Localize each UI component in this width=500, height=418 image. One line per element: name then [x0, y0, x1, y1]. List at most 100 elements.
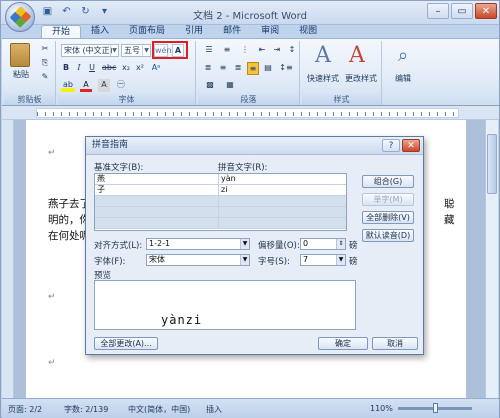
ruby-text-cell-empty	[219, 196, 346, 207]
paste-icon[interactable]	[10, 43, 30, 67]
quick-styles-icon[interactable]: A	[310, 43, 336, 71]
redo-icon[interactable]: ↻	[79, 5, 92, 18]
paste-button-label[interactable]: 粘贴	[8, 69, 34, 82]
bold-icon[interactable]: B	[61, 62, 71, 75]
chevron-down-icon: ▼	[110, 45, 118, 56]
tab-review[interactable]: 审阅	[251, 25, 289, 39]
close-button[interactable]: ✕	[475, 3, 497, 19]
align-left-icon[interactable]: ≣	[202, 62, 214, 75]
vertical-ruler[interactable]	[2, 120, 14, 398]
ribbon: 粘贴 ✂ ⎘ ✎ 剪贴板 宋体 (中文正) ▼ 五号 ▼ wén A B I U a…	[2, 38, 499, 106]
status-language[interactable]: 中文(简体，中国)	[128, 404, 190, 415]
align-right-icon[interactable]: ≣	[232, 62, 244, 75]
base-text-cell[interactable]: 燕	[95, 174, 219, 185]
font-name-combo[interactable]: 宋体 (中文正) ▼	[61, 44, 119, 57]
clear-all-button[interactable]: 全部删除(V)	[362, 211, 414, 224]
highlight-box	[152, 41, 188, 59]
underline-icon[interactable]: U	[87, 62, 97, 75]
dialog-close-button[interactable]: ✕	[402, 139, 420, 152]
tab-page-layout[interactable]: 页面布局	[119, 25, 175, 39]
cut-icon[interactable]: ✂	[38, 43, 52, 56]
size-select[interactable]: 7 ▼	[300, 254, 346, 266]
status-mode[interactable]: 插入	[206, 404, 222, 415]
default-reading-button[interactable]: 默认读音(D)	[362, 229, 414, 242]
ruby-text-cell[interactable]: yàn	[219, 174, 346, 185]
alignment-select[interactable]: 1-2-1 ▼	[146, 238, 250, 250]
strikethrough-icon[interactable]: abc	[102, 62, 116, 75]
copy-icon[interactable]: ⎘	[38, 57, 52, 70]
paragraph-mark: ↵	[48, 292, 56, 302]
zoom-level[interactable]: 110%	[370, 404, 393, 413]
tab-references[interactable]: 引用	[175, 25, 213, 39]
group-button[interactable]: 组合(G)	[362, 175, 414, 188]
horizontal-ruler[interactable]	[2, 106, 499, 120]
font-color-icon[interactable]: A	[80, 79, 92, 92]
preview-box: yànzi	[94, 280, 356, 330]
change-all-button[interactable]: 全部更改(A)...	[94, 337, 158, 350]
line-spacing-icon[interactable]: ↕≡	[278, 62, 294, 75]
italic-icon[interactable]: I	[74, 62, 84, 75]
size-value: 7	[303, 255, 309, 264]
highlight-icon[interactable]: ab	[61, 79, 75, 92]
format-painter-icon[interactable]: ✎	[38, 71, 52, 84]
decrease-indent-icon[interactable]: ⇤	[256, 44, 268, 57]
change-styles-icon[interactable]: A	[344, 43, 370, 71]
save-icon[interactable]: ▣	[41, 5, 54, 18]
ok-button[interactable]: 确定	[318, 337, 368, 350]
cancel-button[interactable]: 取消	[372, 337, 418, 350]
font-value: 宋体	[149, 255, 165, 264]
quick-styles-button[interactable]: 快速样式	[304, 73, 342, 86]
tab-view[interactable]: 视图	[289, 25, 327, 39]
shading-icon[interactable]: ▩	[202, 79, 218, 92]
paragraph-mark: ↵	[48, 358, 56, 368]
multilevel-list-icon[interactable]: ⋮	[238, 44, 252, 57]
justify-icon[interactable]: ≡	[247, 62, 259, 75]
tab-insert[interactable]: 插入	[81, 25, 119, 39]
borders-icon[interactable]: ▦	[222, 79, 238, 92]
scrollbar-thumb[interactable]	[487, 134, 497, 194]
offset-unit: 磅	[349, 241, 358, 251]
font-select[interactable]: 宋体 ▼	[146, 254, 250, 266]
increase-indent-icon[interactable]: ⇥	[271, 44, 283, 57]
size-label: 字号(S):	[258, 257, 290, 267]
size-unit: 磅	[349, 257, 358, 267]
distributed-icon[interactable]: ▤	[262, 62, 274, 75]
ruby-text-cell[interactable]: zi	[219, 185, 346, 196]
spinner-arrows-icon[interactable]: ⇕	[336, 239, 345, 249]
styles-group-label: 样式	[302, 94, 381, 105]
mono-button[interactable]: 单字(M)	[362, 193, 414, 206]
status-page[interactable]: 页面: 2/2	[8, 404, 42, 415]
zoom-slider-thumb[interactable]	[433, 403, 438, 413]
status-words[interactable]: 字数: 2/139	[64, 404, 108, 415]
sort-icon[interactable]: ↕	[286, 44, 298, 57]
align-center-icon[interactable]: ≡	[217, 62, 229, 75]
help-button[interactable]: ?	[382, 139, 400, 152]
tab-mailings[interactable]: 邮件	[213, 25, 251, 39]
paragraph-group: ☰ ≡ ⋮ ⇤ ⇥ ↕ ≣ ≡ ≣ ≡ ▤ ↕≡ ▩ ▦ 段落	[198, 41, 300, 105]
tab-home[interactable]: 开始	[41, 25, 82, 39]
bullets-icon[interactable]: ☰	[202, 44, 216, 57]
binoculars-icon[interactable]: ⌕	[390, 43, 416, 71]
character-shading-icon[interactable]: A	[98, 79, 110, 92]
base-text-cell[interactable]: 子	[95, 185, 219, 196]
enclose-character-icon[interactable]: ㊀	[114, 79, 128, 92]
numbering-icon[interactable]: ≡	[220, 44, 234, 57]
office-button[interactable]	[5, 2, 35, 32]
superscript-icon[interactable]: x²	[134, 62, 146, 75]
font-size-combo[interactable]: 五号 ▼	[121, 44, 151, 57]
subscript-icon[interactable]: x₂	[120, 62, 132, 75]
phonetic-guide-dialog: 拼音指南 ? ✕ 基准文字(B): 拼音文字(R): 燕 yàn 子 zi 组合…	[85, 136, 424, 355]
change-styles-button[interactable]: 更改样式	[342, 73, 380, 86]
font-label: 字体(F):	[94, 257, 126, 267]
dialog-title-bar[interactable]: 拼音指南 ? ✕	[86, 137, 423, 155]
qat-dropdown-icon[interactable]: ▾	[98, 5, 111, 18]
maximize-button[interactable]: ▭	[451, 3, 473, 19]
editing-button[interactable]: 编辑	[386, 73, 420, 86]
clear-format-icon[interactable]: Aᵃ	[150, 62, 162, 75]
undo-icon[interactable]: ↶	[60, 5, 73, 18]
vertical-scrollbar[interactable]	[485, 120, 498, 398]
minimize-button[interactable]: –	[427, 3, 449, 19]
font-name-value: 宋体 (中文正)	[64, 46, 113, 55]
offset-spinner[interactable]: 0 ⇕	[300, 238, 346, 250]
font-group: 宋体 (中文正) ▼ 五号 ▼ wén A B I U abc x₂ x² Aᵃ a…	[58, 41, 196, 105]
